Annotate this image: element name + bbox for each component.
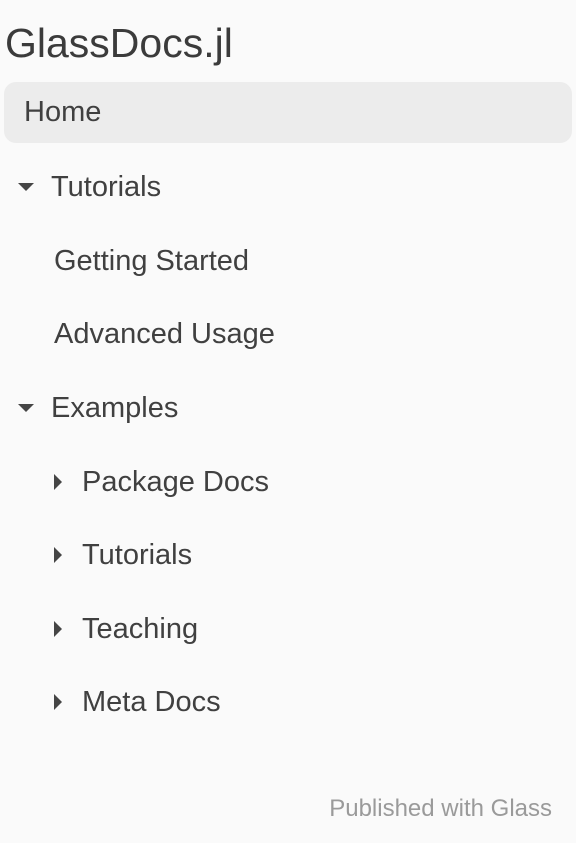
- site-title[interactable]: GlassDocs.jl: [5, 17, 233, 69]
- chevron-right-icon[interactable]: [54, 694, 62, 710]
- nav-item-teaching[interactable]: Teaching: [54, 607, 198, 651]
- nav-item-label: Meta Docs: [82, 685, 221, 718]
- nav-item-meta-docs[interactable]: Meta Docs: [54, 680, 221, 724]
- chevron-down-icon[interactable]: [18, 183, 34, 191]
- nav-item-advanced-usage[interactable]: Advanced Usage: [54, 312, 275, 356]
- nav-item-package-docs[interactable]: Package Docs: [54, 460, 269, 504]
- nav-item-home-label: Home: [24, 96, 102, 128]
- chevron-right-icon[interactable]: [54, 474, 62, 490]
- nav-section-examples-label: Examples: [51, 391, 179, 424]
- chevron-right-icon[interactable]: [54, 621, 62, 637]
- nav-item-examples-tutorials[interactable]: Tutorials: [54, 533, 192, 577]
- footer-published-with[interactable]: Published with Glass: [329, 795, 552, 823]
- nav-item-label: Tutorials: [82, 538, 193, 571]
- chevron-down-icon[interactable]: [18, 404, 34, 412]
- nav-section-tutorials[interactable]: Tutorials: [18, 165, 161, 209]
- nav-section-tutorials-label: Tutorials: [51, 170, 162, 203]
- nav-item-label: Teaching: [82, 612, 199, 645]
- nav-item-label: Package Docs: [82, 465, 269, 498]
- chevron-right-icon[interactable]: [54, 547, 62, 563]
- nav-item-label: Advanced Usage: [54, 317, 275, 350]
- nav-item-label: Getting Started: [54, 244, 250, 277]
- nav-item-home[interactable]: Home: [4, 82, 572, 143]
- nav-item-getting-started[interactable]: Getting Started: [54, 239, 249, 283]
- nav-section-examples[interactable]: Examples: [18, 386, 178, 430]
